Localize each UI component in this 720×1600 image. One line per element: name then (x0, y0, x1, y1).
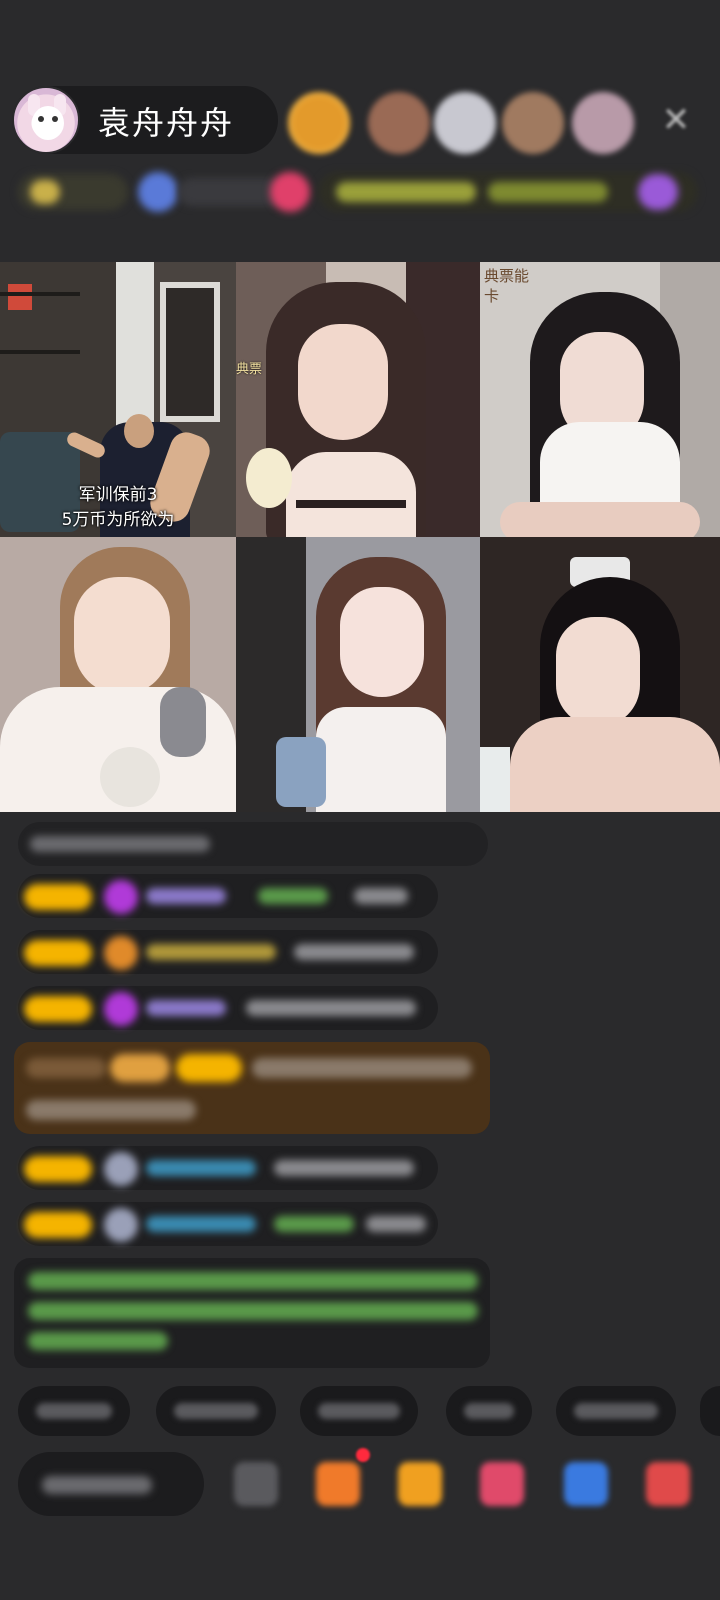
room-tag-row (18, 168, 698, 216)
video-tile-6[interactable] (480, 537, 720, 812)
chat-notice (14, 1042, 490, 1134)
top-viewer-avatar[interactable] (368, 92, 430, 154)
tile-side-label: 典票能卡 (484, 267, 530, 305)
chat-message (18, 874, 438, 918)
tile-side-label: 典票 (236, 362, 263, 377)
quick-reply-chip[interactable] (700, 1386, 720, 1436)
host-name: 袁舟舟舟 (98, 104, 235, 142)
host-info-pill[interactable]: 袁舟舟舟 (12, 86, 278, 154)
video-tile-3[interactable]: 典票能卡 (480, 262, 720, 537)
chat-input[interactable] (18, 1452, 204, 1516)
emoji-icon[interactable] (234, 1462, 278, 1506)
notification-dot (356, 1448, 370, 1462)
quick-reply-chip[interactable] (156, 1386, 276, 1436)
video-tile-4[interactable] (0, 537, 236, 812)
caption-line: 5万币为所欲为 (61, 510, 175, 530)
chat-message (18, 930, 438, 974)
top-viewer-avatar[interactable] (502, 92, 564, 154)
quick-reply-chip[interactable] (556, 1386, 676, 1436)
chat-system-message (14, 1258, 490, 1368)
host-avatar[interactable] (12, 86, 80, 154)
top-viewer-avatar[interactable] (434, 92, 496, 154)
co-host-video-grid: 军训保前3 5万币为所欲为 典票 典票能卡 (0, 262, 720, 812)
chat-message (18, 1202, 438, 1246)
gift-box-icon[interactable] (316, 1462, 360, 1506)
caption-line: 军训保前3 (78, 485, 158, 505)
quick-reply-chip[interactable] (300, 1386, 418, 1436)
more-icon[interactable] (646, 1462, 690, 1506)
top-viewer-avatar[interactable] (572, 92, 634, 154)
quick-reply-chip[interactable] (18, 1386, 130, 1436)
game-icon[interactable] (564, 1462, 608, 1506)
video-tile-2[interactable]: 典票 (236, 262, 480, 537)
quick-reply-chip[interactable] (446, 1386, 532, 1436)
chat-message (18, 822, 488, 866)
chat-message (18, 986, 438, 1030)
tile-caption: 军训保前3 5万币为所欲为 (0, 480, 236, 530)
close-icon[interactable]: ✕ (656, 100, 696, 140)
chat-message (18, 1146, 438, 1190)
top-viewer-avatar[interactable] (288, 92, 350, 154)
video-tile-5[interactable] (236, 537, 480, 812)
gift-icon[interactable] (398, 1462, 442, 1506)
video-tile-1[interactable]: 军训保前3 5万币为所欲为 (0, 262, 236, 537)
heart-gift-icon[interactable] (480, 1462, 524, 1506)
